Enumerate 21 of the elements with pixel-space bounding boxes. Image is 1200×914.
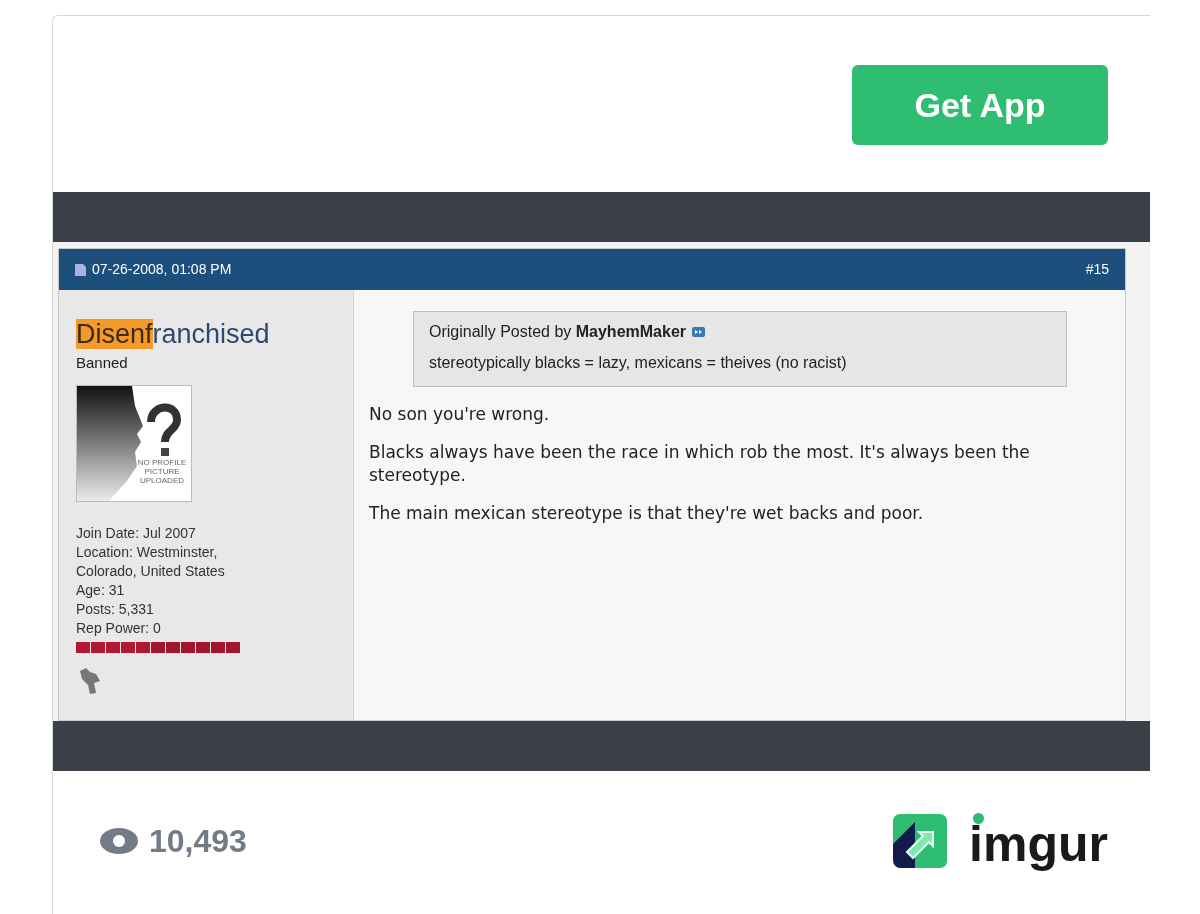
user-title: Banned (76, 353, 129, 373)
eye-icon (99, 827, 139, 855)
profile-detail: Age: 31 (76, 580, 126, 600)
logo-wordmark[interactable]: imgur (969, 813, 1108, 869)
document-icon (75, 263, 86, 276)
avatar-caption: NO PROFILE PICTURE UPLOADED (136, 457, 188, 485)
profile-detail: Location: Westminster, Colorado, United States (76, 542, 226, 581)
post-number[interactable]: #15 (1085, 259, 1109, 280)
post-paragraph: The main mexican stereotype is that they're wet backs and poor. (369, 502, 925, 525)
post-paragraph: No son you're wrong. (369, 403, 551, 426)
profile-detail: Join Date: Jul 2007 (76, 523, 197, 543)
post-date: 07-26-2008, 01:08 PM (92, 260, 232, 279)
post-paragraph: Blacks always have been the race in which rob the most. It's always been the stereotype. (369, 441, 1031, 487)
profile-detail: Posts: 5,331 (76, 599, 155, 619)
quote-attribution: Originally Posted by MayhemMaker (429, 322, 686, 342)
question-mark-icon (147, 403, 181, 456)
quote-text: stereotypically blacks = lazy, mexicans = theives (no racist) (429, 353, 848, 373)
view-count: 10,493 (149, 822, 247, 861)
logo-icon (893, 814, 948, 868)
view-post-icon[interactable] (692, 327, 705, 337)
profile-detail: Rep Power: 0 (76, 618, 162, 638)
